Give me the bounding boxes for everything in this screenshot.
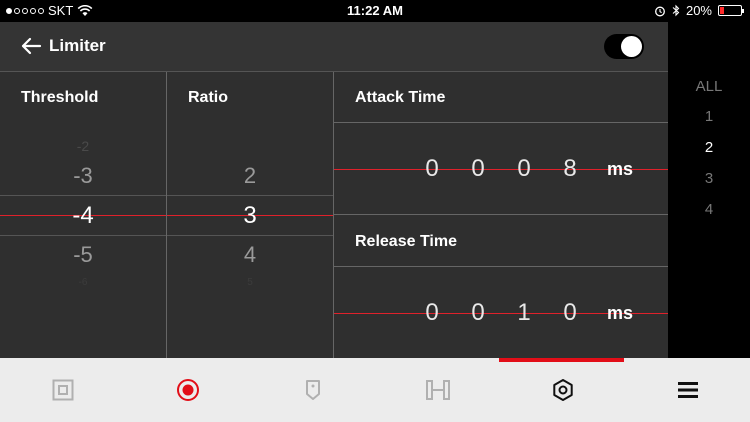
limiter-toggle[interactable] [604, 34, 644, 59]
release-digit[interactable]: 0 [558, 299, 582, 327]
channel-selector: ALL 1 2 3 4 [668, 22, 750, 358]
attack-digit[interactable]: 0 [420, 155, 444, 183]
ratio-selected-value[interactable]: 3 [167, 202, 333, 230]
status-time: 11:22 AM [347, 3, 403, 18]
channel-item-1[interactable]: 1 [668, 108, 750, 125]
page-title: Limiter [49, 36, 106, 55]
tag-icon [305, 380, 320, 400]
status-right: 20% [654, 3, 744, 18]
attack-digit[interactable]: 0 [512, 155, 536, 183]
picker-divider [167, 235, 333, 236]
channel-item-3[interactable]: 3 [668, 170, 750, 187]
threshold-selected-value[interactable]: -4 [0, 202, 166, 230]
settings-icon [552, 379, 573, 401]
compressor-icon [425, 380, 450, 400]
attack-unit: ms [607, 159, 634, 179]
ratio-option-faint-below: 5 [247, 277, 253, 288]
ratio-label: Ratio [188, 89, 228, 106]
battery-icon [718, 5, 744, 16]
tab-record[interactable] [125, 358, 250, 422]
release-time-label: Release Time [355, 233, 457, 250]
ratio-option-above[interactable]: 2 [167, 163, 333, 189]
threshold-option-faint-below: -6 [78, 277, 88, 288]
release-digit[interactable]: 0 [420, 299, 444, 327]
toggle-knob [621, 36, 642, 57]
release-digit[interactable]: 1 [512, 299, 536, 327]
tab-settings[interactable] [500, 358, 625, 422]
threshold-option-below[interactable]: -5 [0, 242, 166, 268]
status-bar: SKT 11:22 AM 20% [0, 0, 750, 22]
section-divider [334, 214, 668, 215]
channel-item-all[interactable]: ALL [668, 78, 750, 95]
section-divider [334, 122, 668, 123]
release-unit: ms [607, 303, 634, 323]
release-time-digits[interactable]: 0 0 1 0 ms [334, 299, 668, 339]
battery-percent: 20% [685, 3, 712, 18]
input-icon [52, 379, 73, 401]
attack-digit[interactable]: 0 [466, 155, 490, 183]
bottom-tab-bar [0, 358, 750, 422]
channel-item-2[interactable]: 2 [668, 139, 750, 156]
release-digit[interactable]: 0 [466, 299, 490, 327]
section-divider [334, 266, 668, 267]
attack-time-label: Attack Time [355, 89, 446, 106]
attack-time-digits[interactable]: 0 0 0 8 ms [334, 155, 668, 195]
header-bar: Limiter [0, 22, 668, 72]
picker-divider [0, 195, 166, 196]
picker-divider [167, 195, 333, 196]
threshold-option-faint-above: -2 [76, 138, 90, 154]
alarm-icon [655, 6, 665, 16]
bluetooth-icon [672, 4, 680, 17]
menu-icon [677, 382, 698, 398]
tab-compressor[interactable] [375, 358, 500, 422]
threshold-panel: Threshold -2 -3 -4 -5 -6 [0, 72, 166, 358]
channel-item-4[interactable]: 4 [668, 201, 750, 218]
attack-digit[interactable]: 8 [558, 155, 582, 183]
time-settings-panel: Attack Time 0 0 0 8 ms Release Time 0 0 … [334, 72, 668, 358]
back-arrow-icon[interactable] [20, 36, 42, 56]
picker-divider [0, 235, 166, 236]
threshold-label: Threshold [21, 89, 99, 106]
tab-input[interactable] [0, 358, 125, 422]
ratio-option-below[interactable]: 4 [167, 242, 333, 268]
threshold-option-above[interactable]: -3 [0, 163, 166, 189]
tab-tag[interactable] [250, 358, 375, 422]
ratio-panel: Ratio 2 3 4 5 [167, 72, 333, 358]
record-icon [176, 379, 199, 401]
tab-menu[interactable] [625, 358, 750, 422]
